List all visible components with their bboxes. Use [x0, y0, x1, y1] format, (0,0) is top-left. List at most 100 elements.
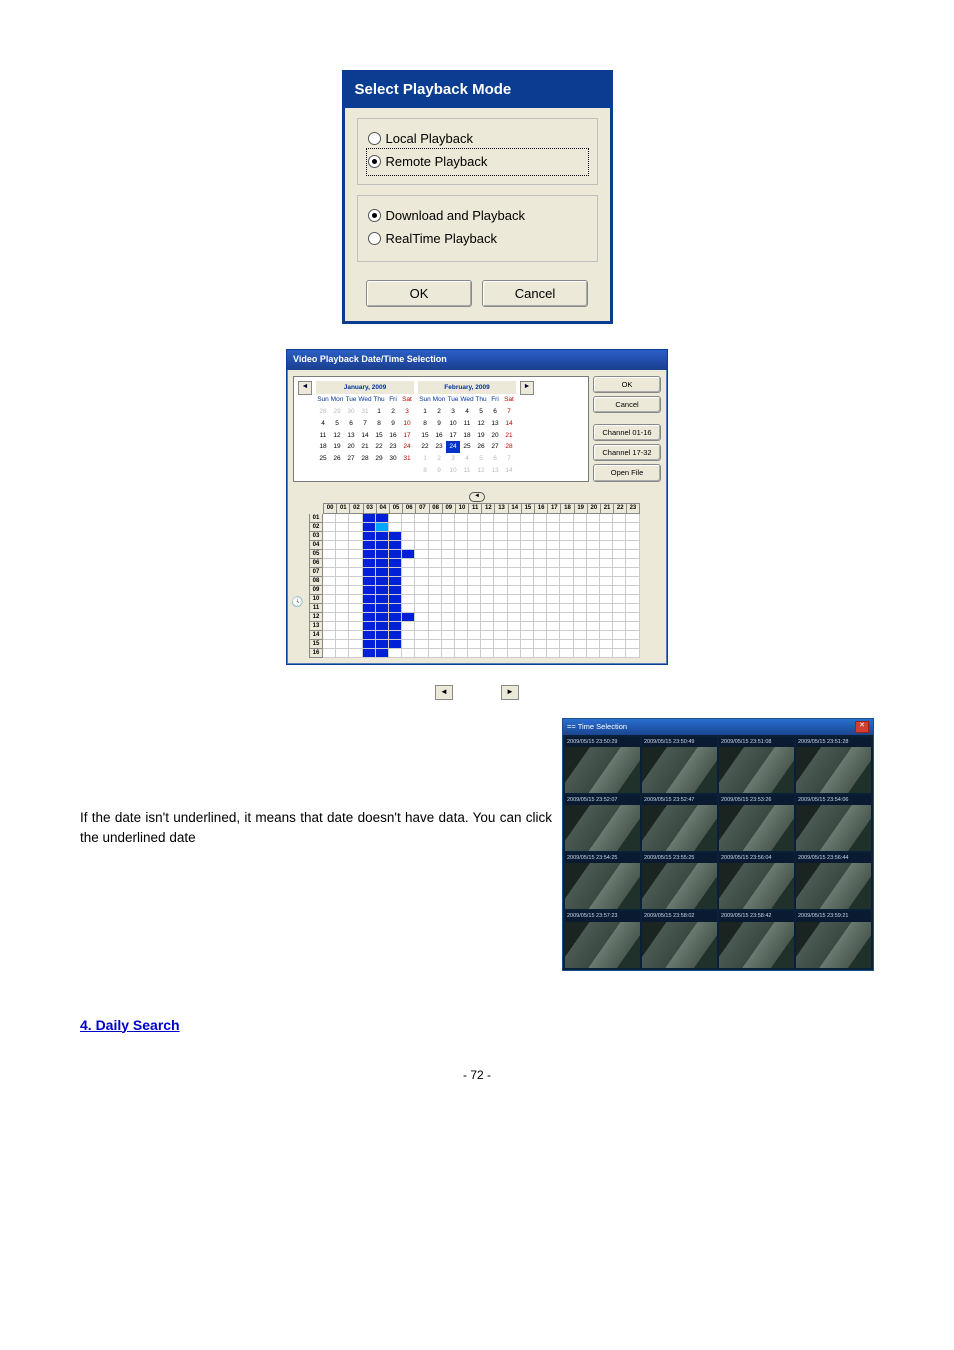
timeline-cell[interactable] [349, 532, 362, 541]
thumbnail[interactable]: 2009/05/15 23:56:04 [719, 853, 794, 909]
timeline-cell[interactable] [323, 523, 336, 532]
timeline-cell[interactable] [389, 649, 402, 658]
timeline-cell[interactable] [376, 586, 389, 595]
calendar-day[interactable]: 19 [330, 441, 344, 453]
timeline-cell[interactable] [336, 523, 349, 532]
timeline-cell[interactable] [455, 550, 468, 559]
calendar-day[interactable]: 2 [386, 406, 400, 418]
timeline-cell[interactable] [349, 595, 362, 604]
timeline-cell[interactable] [613, 649, 626, 658]
timeline-cell[interactable] [547, 649, 560, 658]
calendar-day[interactable]: 1 [418, 406, 432, 418]
timeline-cell[interactable] [626, 541, 639, 550]
timeline-cell[interactable] [336, 577, 349, 586]
timeline-cell[interactable] [574, 649, 587, 658]
timeline-cell[interactable] [442, 604, 455, 613]
timeline-cell[interactable] [323, 541, 336, 550]
timeline-cell[interactable] [389, 559, 402, 568]
timeline-cell[interactable] [481, 550, 494, 559]
timeline-cell[interactable] [626, 523, 639, 532]
timeline-cell[interactable] [534, 649, 547, 658]
timeline-cell[interactable] [455, 586, 468, 595]
timeline-cell[interactable] [402, 523, 415, 532]
calendar-day[interactable]: 9 [386, 418, 400, 430]
timeline-cell[interactable] [468, 613, 481, 622]
timeline-cell[interactable] [402, 622, 415, 631]
timeline-cell[interactable] [600, 595, 613, 604]
timeline-cell[interactable] [415, 586, 428, 595]
timeline-cell[interactable] [560, 649, 573, 658]
timeline-cell[interactable] [349, 613, 362, 622]
thumbnail[interactable]: 2009/05/15 23:54:25 [565, 853, 640, 909]
timeline-cell[interactable] [415, 631, 428, 640]
timeline-cell[interactable] [389, 595, 402, 604]
timeline-cell[interactable] [402, 541, 415, 550]
timeline-cell[interactable] [521, 532, 534, 541]
timeline-cell[interactable] [587, 550, 600, 559]
timeline-cell[interactable] [376, 640, 389, 649]
timeline-cell[interactable] [336, 586, 349, 595]
timeline-cell[interactable] [508, 586, 521, 595]
calendar-day[interactable]: 15 [372, 430, 386, 442]
timeline-cell[interactable] [547, 550, 560, 559]
timeline-cell[interactable] [521, 577, 534, 586]
timeline-cell[interactable] [547, 613, 560, 622]
timeline-cell[interactable] [613, 622, 626, 631]
timeline-cell[interactable] [376, 595, 389, 604]
timeline-cell[interactable] [442, 649, 455, 658]
timeline-cell[interactable] [376, 550, 389, 559]
timeline-cell[interactable] [402, 649, 415, 658]
timeline-cell[interactable] [521, 613, 534, 622]
calendar-day[interactable]: 28 [358, 453, 372, 465]
timeline-cell[interactable] [600, 532, 613, 541]
timeline-cell[interactable] [574, 631, 587, 640]
timeline-cell[interactable] [574, 604, 587, 613]
timeline-cell[interactable] [560, 532, 573, 541]
timeline-cell[interactable] [442, 532, 455, 541]
timeline-cell[interactable] [363, 613, 376, 622]
timeline-cell[interactable] [455, 604, 468, 613]
timeline-cell[interactable] [534, 604, 547, 613]
calendar-day[interactable]: 13 [488, 418, 502, 430]
calendar-day[interactable]: 7 [502, 406, 516, 418]
timeline-cell[interactable] [534, 586, 547, 595]
timeline-cell[interactable] [376, 532, 389, 541]
timeline-cell[interactable] [587, 613, 600, 622]
timeline-cell[interactable] [534, 613, 547, 622]
timeline-cell[interactable] [389, 586, 402, 595]
timeline-cell[interactable] [336, 559, 349, 568]
timeline-cell[interactable] [521, 514, 534, 523]
timeline-cell[interactable] [613, 532, 626, 541]
timeline-cell[interactable] [481, 613, 494, 622]
timeline-cell[interactable] [455, 532, 468, 541]
timeline-cell[interactable] [481, 622, 494, 631]
timeline-cell[interactable] [402, 631, 415, 640]
calendar-day[interactable]: 21 [502, 430, 516, 442]
calendar-day[interactable]: 18 [460, 430, 474, 442]
download-playback-radio[interactable]: Download and Playback [368, 204, 587, 228]
calendar-day[interactable]: 9 [432, 418, 446, 430]
timeline-cell[interactable] [508, 613, 521, 622]
timeline-cell[interactable] [481, 586, 494, 595]
timeline-cell[interactable] [323, 640, 336, 649]
timeline-cell[interactable] [600, 550, 613, 559]
timeline-cell[interactable] [415, 532, 428, 541]
timeline-cell[interactable] [323, 568, 336, 577]
timeline-cell[interactable] [455, 568, 468, 577]
timeline-cell[interactable] [521, 595, 534, 604]
timeline-cell[interactable] [323, 613, 336, 622]
timeline-cell[interactable] [481, 541, 494, 550]
timeline-cell[interactable] [363, 550, 376, 559]
timeline-cell[interactable] [587, 586, 600, 595]
timeline-cell[interactable] [560, 604, 573, 613]
timeline-cell[interactable] [521, 559, 534, 568]
calendar-day[interactable]: 27 [488, 441, 502, 453]
timeline-cell[interactable] [560, 559, 573, 568]
timeline-cell[interactable] [626, 568, 639, 577]
timeline-cell[interactable] [376, 568, 389, 577]
timeline-cell[interactable] [626, 577, 639, 586]
timeline-cell[interactable] [574, 532, 587, 541]
timeline-cell[interactable] [336, 514, 349, 523]
timeline-cell[interactable] [349, 514, 362, 523]
timeline-cell[interactable] [349, 577, 362, 586]
